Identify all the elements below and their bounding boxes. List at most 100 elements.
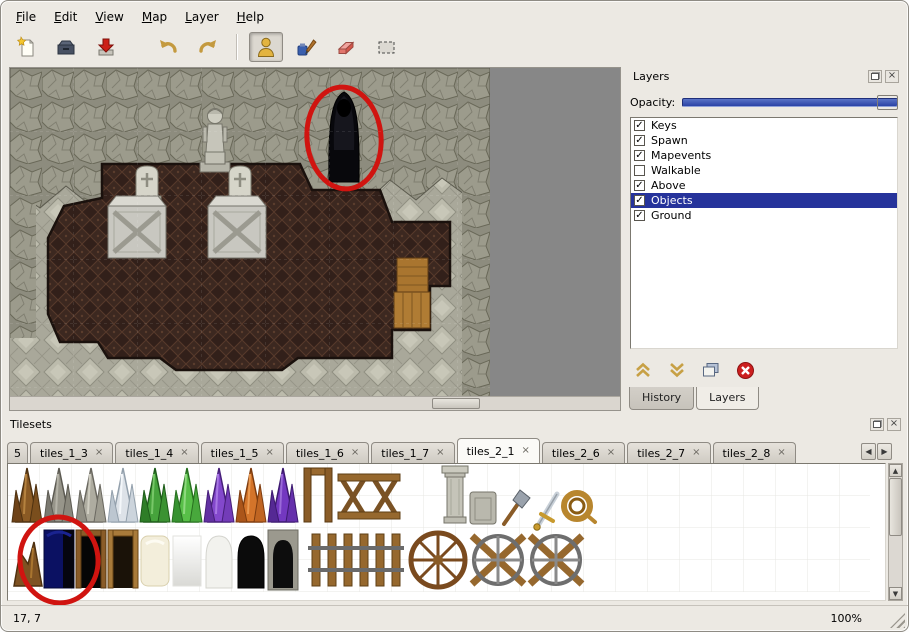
close-tab-icon[interactable]: ×: [436, 448, 444, 458]
tileset-view: [7, 463, 886, 601]
layer-row-objects[interactable]: ✓ Objects: [631, 193, 897, 208]
tile-black-arch[interactable]: [238, 536, 264, 588]
close-tab-icon[interactable]: ×: [351, 448, 359, 458]
selected-tile[interactable]: [44, 530, 74, 588]
detach-panel-icon[interactable]: [870, 418, 884, 431]
layer-checkbox[interactable]: ✓: [634, 120, 645, 131]
tile-doorway-light[interactable]: [108, 530, 138, 588]
new-map-button[interactable]: [9, 32, 43, 62]
tile-gray-door[interactable]: [470, 492, 496, 524]
ink-brush-icon: [295, 36, 317, 58]
select-tool-button[interactable]: [369, 32, 403, 62]
close-tab-icon[interactable]: ×: [777, 448, 785, 458]
menu-map[interactable]: Map: [133, 7, 176, 27]
menu-layer[interactable]: Layer: [176, 7, 227, 27]
layer-row-above[interactable]: ✓ Above: [631, 178, 897, 193]
tileset-tab[interactable]: tiles_2_6 ×: [542, 442, 625, 463]
close-tab-icon[interactable]: ×: [266, 448, 274, 458]
delete-layer-button[interactable]: [734, 359, 756, 381]
menu-help[interactable]: Help: [228, 7, 273, 27]
tileset-vertical-scrollbar[interactable]: ▲ ▼: [888, 463, 903, 601]
tileset-tab[interactable]: tiles_1_4 ×: [115, 442, 198, 463]
status-bar: 17, 7 100%: [1, 605, 908, 631]
tile-wheel-rail[interactable]: [472, 536, 524, 584]
save-button[interactable]: [89, 32, 123, 62]
move-layer-down-button[interactable]: [666, 359, 688, 381]
map-horizontal-scrollbar[interactable]: [10, 396, 620, 410]
tab-scroll-right-button[interactable]: ▶: [877, 443, 892, 460]
tileset-tab[interactable]: tiles_1_3 ×: [30, 442, 113, 463]
map-canvas[interactable]: [10, 68, 620, 396]
resize-grip[interactable]: [890, 613, 905, 628]
tileset-tab[interactable]: tiles_1_6 ×: [286, 442, 369, 463]
detach-panel-icon[interactable]: [868, 70, 882, 83]
tab-scroll-left-button[interactable]: ◀: [861, 443, 876, 460]
opacity-row: Opacity:: [630, 93, 898, 111]
tab-layers[interactable]: Layers: [696, 387, 758, 410]
close-panel-icon[interactable]: ×: [887, 418, 901, 431]
place-actor-tool-button[interactable]: [249, 32, 283, 62]
layer-checkbox[interactable]: ✓: [634, 195, 645, 206]
eraser-tool-button[interactable]: [329, 32, 363, 62]
close-tab-icon[interactable]: ×: [95, 448, 103, 458]
save-icon: [95, 36, 117, 58]
tile-wheel-large[interactable]: [411, 533, 465, 587]
tab-history[interactable]: History: [629, 387, 694, 410]
close-tab-icon[interactable]: ×: [180, 448, 188, 458]
tileset-tab-active[interactable]: tiles_2_1 ×: [457, 438, 540, 463]
layer-row-mapevents[interactable]: ✓ Mapevents: [631, 148, 897, 163]
scrollbar-thumb[interactable]: [432, 398, 480, 409]
scroll-up-button[interactable]: ▲: [889, 464, 902, 477]
tile-faint-arch[interactable]: [206, 536, 232, 588]
tileset-canvas[interactable]: [8, 464, 870, 592]
tileset-tab-bar: 5 tiles_1_3 × tiles_1_4 × tiles_1_5 × ti…: [7, 437, 860, 463]
delete-icon: [736, 361, 755, 380]
duplicate-layer-button[interactable]: [700, 359, 722, 381]
tile-cream[interactable]: [141, 536, 169, 586]
layer-name: Above: [651, 179, 686, 192]
move-layer-up-button[interactable]: [632, 359, 654, 381]
fill-tool-button[interactable]: [289, 32, 323, 62]
tileset-tab[interactable]: tiles_2_7 ×: [627, 442, 710, 463]
menu-bar: File Edit View Map Layer Help: [7, 6, 902, 27]
menu-view[interactable]: View: [86, 7, 132, 27]
layer-checkbox[interactable]: ✓: [634, 150, 645, 161]
menu-file[interactable]: File: [7, 7, 45, 27]
open-button[interactable]: [49, 32, 83, 62]
layer-name: Spawn: [651, 134, 688, 147]
layer-row-spawn[interactable]: ✓ Spawn: [631, 133, 897, 148]
tile-arch-gray[interactable]: [268, 530, 298, 590]
tileset-tab[interactable]: tiles_2_8 ×: [713, 442, 796, 463]
menu-edit[interactable]: Edit: [45, 7, 86, 27]
layer-checkbox[interactable]: [634, 165, 645, 176]
tile-wheel-rail[interactable]: [530, 536, 582, 584]
undo-button[interactable]: [151, 32, 185, 62]
chevron-down-icon: [668, 362, 686, 378]
opacity-slider-handle[interactable]: [877, 95, 898, 110]
scroll-down-button[interactable]: ▼: [889, 587, 902, 600]
tileset-tab[interactable]: 5: [7, 442, 28, 463]
layer-name: Ground: [651, 209, 691, 222]
layer-row-walkable[interactable]: Walkable: [631, 163, 897, 178]
tilesets-panel-header: Tilesets ×: [5, 415, 904, 433]
tileset-tab[interactable]: tiles_1_7 ×: [371, 442, 454, 463]
opacity-slider[interactable]: [682, 98, 898, 107]
layer-row-ground[interactable]: ✓ Ground: [631, 208, 897, 223]
layer-checkbox[interactable]: ✓: [634, 135, 645, 146]
redo-button[interactable]: [191, 32, 225, 62]
new-file-icon: [15, 36, 37, 58]
layer-row-keys[interactable]: ✓ Keys: [631, 118, 897, 133]
layer-checkbox[interactable]: ✓: [634, 180, 645, 191]
close-panel-icon[interactable]: ×: [885, 70, 899, 83]
tile-white-fade[interactable]: [173, 536, 201, 586]
tileset-tab[interactable]: tiles_1_5 ×: [201, 442, 284, 463]
layer-checkbox[interactable]: ✓: [634, 210, 645, 221]
close-tab-icon[interactable]: ×: [521, 446, 529, 456]
toolbar-separator: [236, 34, 238, 60]
scrollbar-thumb[interactable]: [889, 478, 902, 536]
redo-icon: [197, 36, 219, 58]
dock-tabs: History Layers: [629, 387, 761, 410]
close-tab-icon[interactable]: ×: [607, 448, 615, 458]
close-tab-icon[interactable]: ×: [692, 448, 700, 458]
chevron-up-icon: [634, 362, 652, 378]
